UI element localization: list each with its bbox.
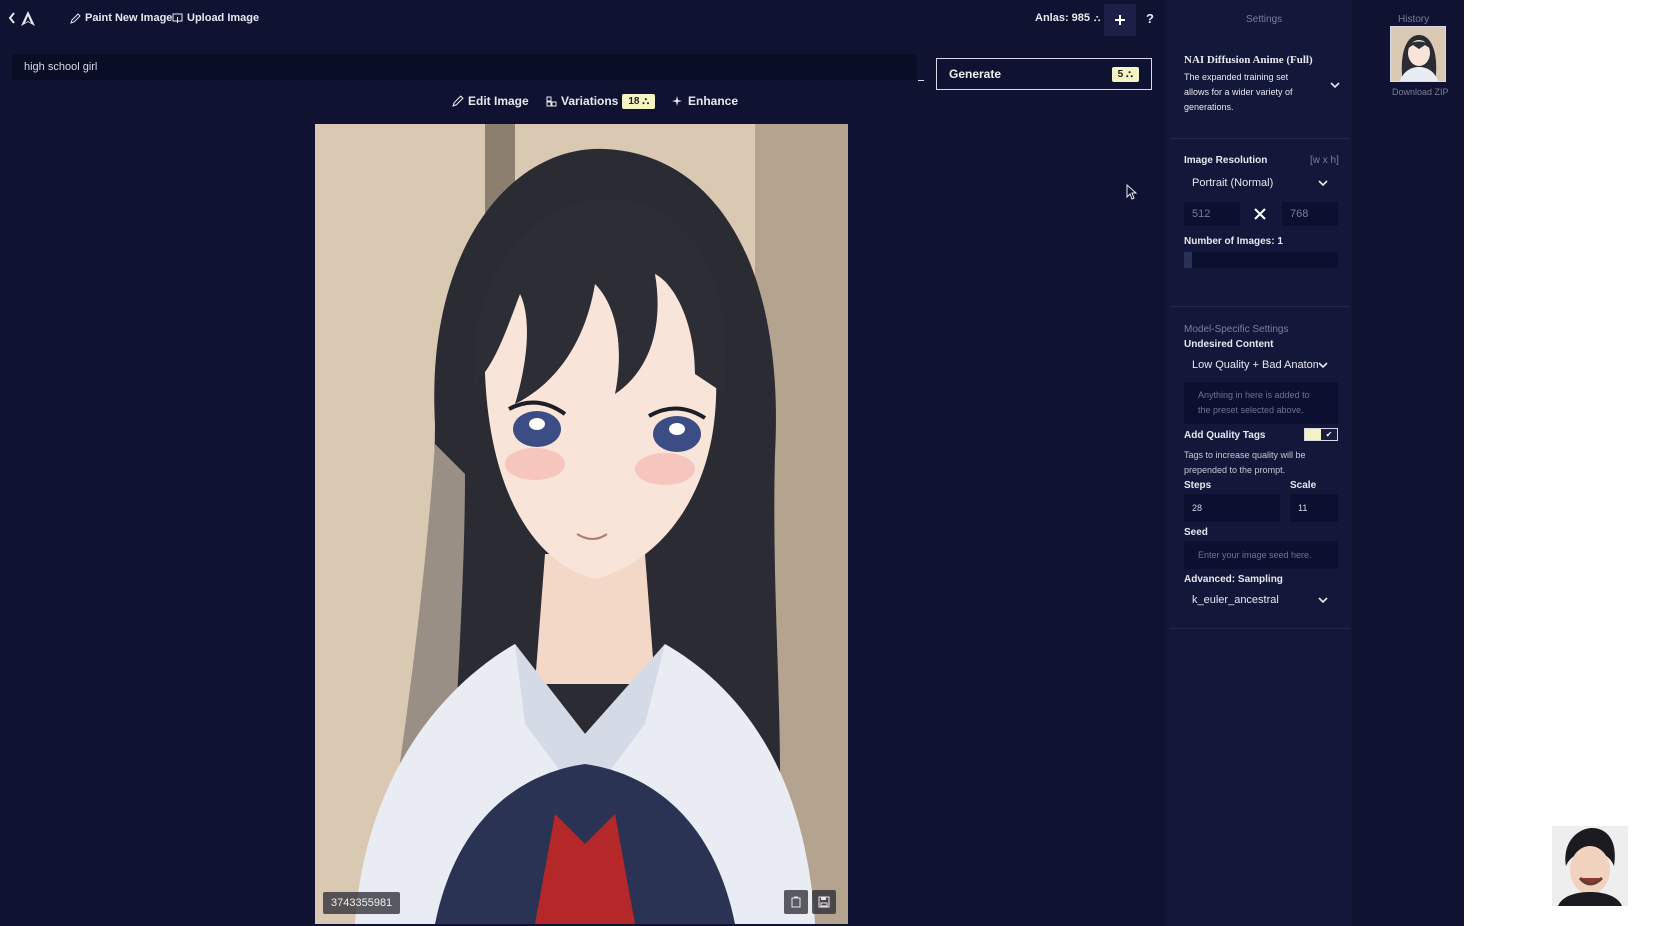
history-header: History: [1398, 14, 1430, 25]
undesired-preset: Low Quality + Bad Anatomy: [1192, 359, 1318, 371]
history-thumbnail[interactable]: [1390, 26, 1446, 82]
logo[interactable]: [20, 10, 36, 28]
generate-cost-badge: 5 ⛬: [1111, 66, 1139, 82]
save-image-button[interactable]: [812, 890, 836, 914]
pencil-icon: [452, 95, 464, 107]
variations-button[interactable]: Variations 18 ⛬: [546, 90, 656, 112]
chevron-down-icon: [1330, 82, 1340, 89]
novelai-logo-icon: [21, 11, 35, 26]
sparkle-icon: [672, 96, 682, 106]
undesired-content-input[interactable]: Anything in here is added to the preset …: [1184, 382, 1338, 424]
webcam-overlay: [1552, 826, 1628, 906]
image-seed-chip[interactable]: 3743355981: [323, 892, 401, 914]
num-images-label: Number of Images: 1: [1184, 236, 1283, 247]
upload-image-button[interactable]: Upload Image: [172, 12, 259, 24]
width-input[interactable]: 512: [1184, 202, 1240, 226]
pencil-icon: [70, 12, 81, 24]
enhance-label: Enhance: [688, 94, 739, 108]
settings-divider: [1170, 138, 1350, 139]
chevron-down-icon: [1318, 361, 1328, 368]
upload-image-label: Upload Image: [187, 12, 260, 24]
enhance-button[interactable]: Enhance: [672, 90, 738, 112]
settings-divider: [1170, 628, 1350, 629]
prompt-value: high school girl: [24, 61, 98, 73]
resolution-select[interactable]: Portrait (Normal): [1184, 172, 1336, 194]
generated-image[interactable]: 3743355981: [315, 124, 848, 924]
scale-value: 11: [1298, 503, 1308, 513]
scale-input[interactable]: 11: [1290, 494, 1338, 522]
generate-label: Generate: [949, 67, 1002, 81]
chevron-left-icon: [8, 12, 15, 24]
sampling-value: k_euler_ancestral: [1192, 594, 1279, 606]
sampling-label: Advanced: Sampling: [1184, 574, 1283, 585]
help-label: ?: [1146, 11, 1154, 26]
edit-image-label: Edit Image: [468, 94, 529, 108]
copy-image-button[interactable]: [784, 890, 808, 914]
history-thumbnail-image: [1391, 27, 1445, 81]
seed-placeholder: Enter your image seed here.: [1198, 550, 1312, 560]
paint-new-image-button[interactable]: Paint New Image: [70, 12, 172, 24]
generate-button[interactable]: Generate 5 ⛬: [936, 58, 1152, 90]
close-icon: [1254, 208, 1266, 220]
top-bar: Paint New Image Upload Image Anlas: 985 …: [0, 0, 1166, 40]
history-panel: [1352, 0, 1464, 926]
help-button[interactable]: ?: [1146, 11, 1154, 26]
model-select-button[interactable]: [1330, 76, 1340, 94]
webcam-person-image: [1552, 826, 1628, 906]
anime-girl-illustration: [315, 124, 848, 924]
check-icon: ✔: [1321, 429, 1337, 440]
num-images-slider[interactable]: [1184, 252, 1338, 268]
add-anlas-button[interactable]: [1104, 4, 1136, 36]
prompt-resize-handle[interactable]: [918, 80, 924, 81]
undesired-label: Undesired Content: [1184, 339, 1274, 350]
anlas-label: Anlas: 985: [1035, 12, 1091, 24]
anlas-icon: ⛬: [1094, 12, 1101, 23]
settings-header: Settings: [1246, 14, 1283, 25]
variations-label: Variations: [561, 94, 619, 108]
variations-icon: [546, 96, 557, 106]
seed-input[interactable]: Enter your image seed here.: [1184, 541, 1338, 569]
chevron-down-icon: [1318, 596, 1328, 603]
resolution-preset: Portrait (Normal): [1192, 177, 1274, 189]
edit-image-button[interactable]: Edit Image: [452, 90, 529, 112]
undesired-placeholder: Anything in here is added to the preset …: [1198, 390, 1310, 415]
model-name: NAI Diffusion Anime (Full): [1184, 54, 1313, 66]
swap-dimensions-button[interactable]: [1254, 207, 1266, 225]
num-images-value: 1: [1277, 236, 1283, 247]
width-value: 512: [1192, 208, 1211, 220]
height-input[interactable]: 768: [1282, 202, 1338, 226]
quality-tags-label: Add Quality Tags: [1184, 430, 1266, 441]
variations-cost-badge: 18 ⛬: [622, 93, 656, 109]
sampling-select[interactable]: k_euler_ancestral: [1184, 589, 1336, 611]
steps-value: 28: [1192, 503, 1203, 513]
paint-new-image-label: Paint New Image: [85, 12, 173, 24]
settings-divider: [1170, 306, 1350, 307]
back-button[interactable]: [8, 12, 16, 24]
save-icon: [818, 896, 830, 908]
steps-input[interactable]: 28: [1184, 494, 1280, 522]
height-value: 768: [1290, 208, 1309, 220]
plus-icon: [1115, 15, 1125, 25]
seed-label: Seed: [1184, 527, 1208, 538]
chevron-down-icon: [1318, 179, 1328, 186]
quality-tags-toggle[interactable]: ✔: [1304, 428, 1338, 441]
model-description: The expanded training set allows for a w…: [1184, 72, 1293, 112]
image-seed-value: 3743355981: [331, 897, 393, 909]
upload-icon: [172, 13, 183, 23]
undesired-select[interactable]: Low Quality + Bad Anatomy: [1184, 354, 1336, 376]
anlas-balance[interactable]: Anlas: 985 ⛬: [1035, 12, 1100, 24]
download-zip-button[interactable]: Download ZIP: [1392, 87, 1449, 97]
model-settings-label: Model-Specific Settings: [1184, 324, 1289, 335]
scale-label: Scale: [1290, 480, 1317, 491]
app-window: Paint New Image Upload Image Anlas: 985 …: [0, 0, 1464, 926]
prompt-input[interactable]: high school girl: [12, 54, 917, 80]
steps-label: Steps: [1184, 480, 1212, 491]
clipboard-icon: [791, 896, 801, 908]
resolution-hint: [w x h]: [1310, 155, 1339, 166]
quality-tags-description: Tags to increase quality will be prepend…: [1184, 450, 1306, 475]
num-images-slider-fill: [1184, 252, 1192, 268]
mouse-cursor-icon: [1126, 184, 1138, 200]
resolution-label: Image Resolution: [1184, 155, 1268, 166]
